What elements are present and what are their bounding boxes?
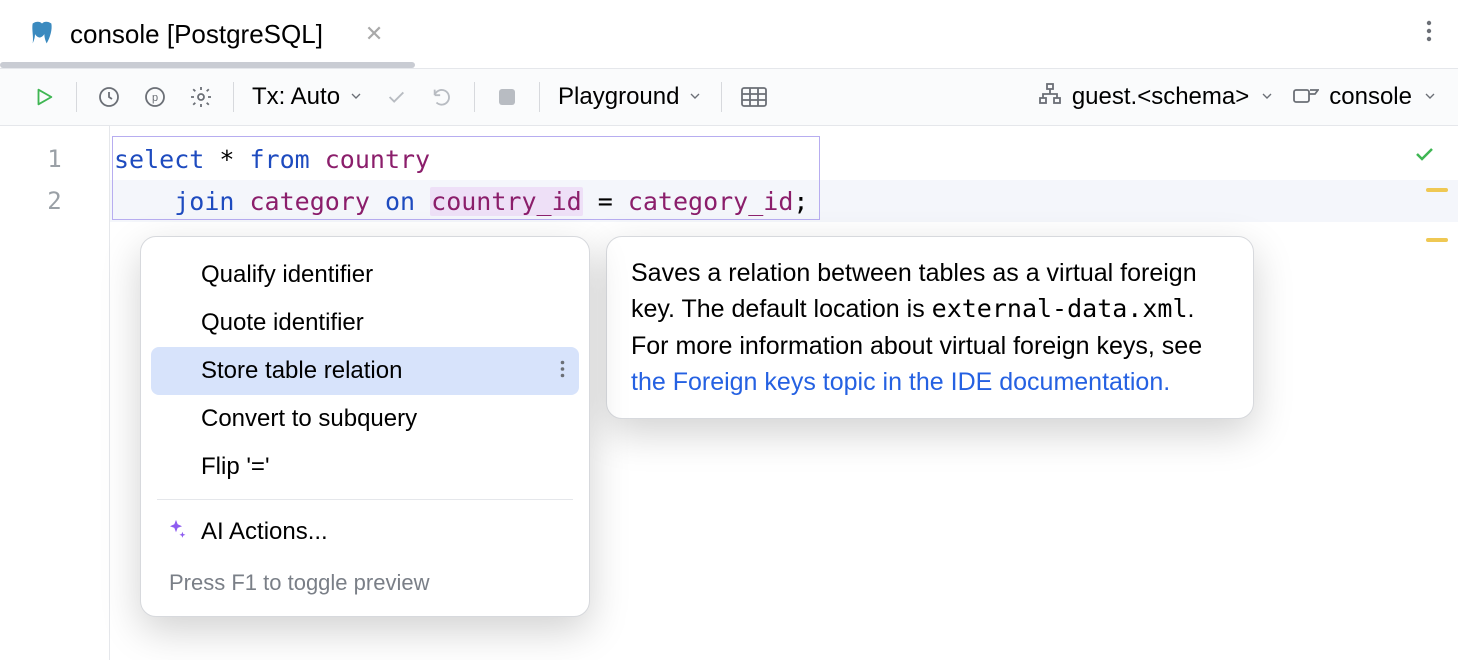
token (310, 145, 325, 174)
token (370, 187, 385, 216)
intention-hint: Press F1 to toggle preview (151, 556, 579, 602)
intention-item-flip[interactable]: Flip '=' (151, 443, 579, 491)
inspection-stripe[interactable] (1426, 188, 1448, 192)
token (234, 187, 249, 216)
playground-dropdown[interactable]: Playground (558, 83, 703, 111)
no-problems-icon[interactable] (1412, 142, 1436, 172)
token: * (204, 145, 249, 174)
doc-popup: Saves a relation between tables as a vir… (606, 236, 1254, 419)
intention-label: Flip '=' (201, 453, 270, 481)
separator (76, 82, 77, 112)
grid-icon[interactable] (740, 83, 768, 111)
intention-label: Store table relation (201, 357, 402, 385)
query-toolbar: p Tx: Auto Playground guest.<schema> (0, 68, 1458, 126)
toolbar-right: guest.<schema> console (1038, 83, 1438, 112)
history-icon[interactable] (95, 83, 123, 111)
svg-text:p: p (152, 92, 158, 104)
separator (539, 82, 540, 112)
doc-code: external-data.xml (932, 294, 1188, 323)
tx-mode-label: Tx: Auto (252, 83, 340, 111)
ai-sparkle-icon (165, 518, 187, 547)
close-icon[interactable]: ✕ (365, 21, 383, 47)
intention-item-ai[interactable]: AI Actions... (151, 508, 579, 556)
token: ; (793, 187, 808, 216)
separator (233, 82, 234, 112)
keyword: join (174, 187, 234, 216)
tx-mode-dropdown[interactable]: Tx: Auto (252, 83, 364, 111)
chevron-down-icon (1259, 83, 1275, 111)
playground-label: Playground (558, 83, 679, 111)
intention-menu: Qualify identifier Quote identifier Stor… (140, 236, 590, 617)
identifier: category_id (628, 187, 794, 216)
keyword: on (385, 187, 415, 216)
keyword: select (114, 145, 204, 174)
identifier: country (325, 145, 430, 174)
intention-label: Convert to subquery (201, 405, 417, 433)
token: = (583, 187, 628, 216)
schema-icon (1038, 83, 1062, 112)
postgresql-icon (28, 20, 56, 48)
more-icon[interactable] (560, 357, 565, 385)
gutter: 1 2 (0, 126, 110, 660)
commit-icon[interactable] (382, 83, 410, 111)
intention-label: Qualify identifier (201, 261, 373, 289)
run-icon[interactable] (30, 83, 58, 111)
chevron-down-icon (687, 83, 703, 111)
chevron-down-icon (1422, 83, 1438, 111)
intention-label: Quote identifier (201, 309, 364, 337)
line-number: 2 (0, 180, 109, 222)
code-line: select * from country (114, 138, 1458, 180)
identifier: category (250, 187, 370, 216)
stop-icon[interactable] (493, 83, 521, 111)
console-dropdown[interactable]: console (1293, 83, 1438, 111)
tab-title: console [PostgreSQL] (70, 19, 323, 50)
intention-item-qualify[interactable]: Qualify identifier (151, 251, 579, 299)
keyword: from (249, 145, 309, 174)
identifier: country_id (430, 187, 583, 216)
tab-indicator (0, 62, 415, 68)
line-number: 1 (0, 138, 109, 180)
token (114, 187, 174, 216)
inspection-stripe[interactable] (1426, 238, 1448, 242)
separator (157, 499, 573, 500)
console-label: console (1329, 83, 1412, 111)
token (415, 187, 430, 216)
intention-label: AI Actions... (201, 518, 328, 546)
separator (474, 82, 475, 112)
editor-tab[interactable]: console [PostgreSQL] ✕ (28, 0, 383, 68)
tab-bar: console [PostgreSQL] ✕ (0, 0, 1458, 68)
gear-icon[interactable] (187, 83, 215, 111)
chevron-down-icon (348, 83, 364, 111)
schema-dropdown[interactable]: guest.<schema> (1038, 83, 1275, 112)
tab-overflow-icon[interactable] (1426, 20, 1432, 47)
rollback-icon[interactable] (428, 83, 456, 111)
intention-item-subquery[interactable]: Convert to subquery (151, 395, 579, 443)
datasource-icon (1293, 83, 1319, 111)
explain-plan-icon[interactable]: p (141, 83, 169, 111)
separator (721, 82, 722, 112)
doc-link[interactable]: the Foreign keys topic in the IDE docume… (631, 368, 1170, 396)
intention-item-quote[interactable]: Quote identifier (151, 299, 579, 347)
schema-label: guest.<schema> (1072, 83, 1249, 111)
intention-item-store-relation[interactable]: Store table relation (151, 347, 579, 395)
